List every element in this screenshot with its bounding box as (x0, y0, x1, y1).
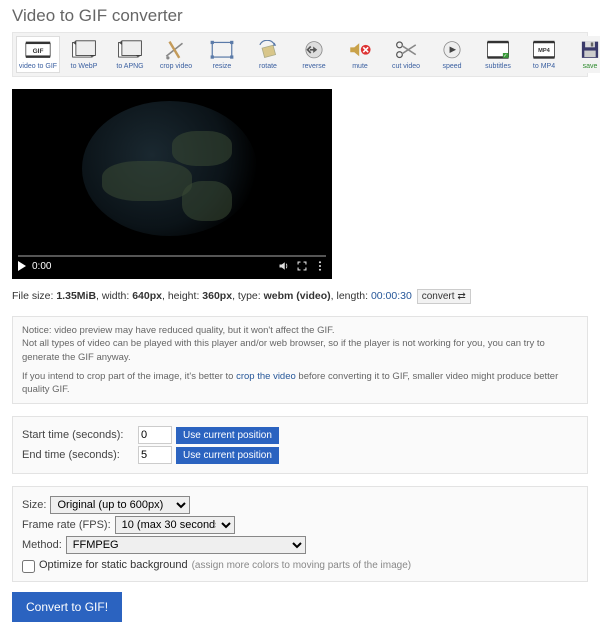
tool-crop-video[interactable]: crop video (154, 36, 198, 73)
svg-text:✓: ✓ (503, 53, 507, 59)
start-time-input[interactable] (138, 426, 172, 444)
options-panel: Size: Original (up to 600px) Frame rate … (12, 486, 588, 581)
speed-icon (439, 39, 465, 61)
svg-text:MP4: MP4 (538, 48, 551, 54)
optimize-checkbox[interactable] (22, 560, 35, 573)
method-label: Method: (22, 538, 62, 553)
page-title: Video to GIF converter (12, 6, 588, 26)
convert-inline-button[interactable]: convert ⇄ (417, 289, 471, 304)
tool-cut-video[interactable]: cut video (384, 36, 428, 73)
tool-label: cut video (392, 63, 420, 70)
rotate-icon (255, 39, 281, 61)
volume-icon[interactable] (278, 260, 290, 272)
reverse-icon (301, 39, 327, 61)
tool-to-webp[interactable]: to WebP (62, 36, 106, 73)
play-icon[interactable] (18, 261, 26, 271)
tool-label: to MP4 (533, 63, 555, 70)
tool-resize[interactable]: resize (200, 36, 244, 73)
video-time: 0:00 (32, 261, 51, 272)
tool-to-mp4[interactable]: MP4 to MP4 (522, 36, 566, 73)
more-icon[interactable] (314, 260, 326, 272)
crop-video-icon (163, 39, 189, 61)
crop-video-link[interactable]: crop the video (236, 371, 296, 382)
tool-reverse[interactable]: reverse (292, 36, 336, 73)
optimize-label: Optimize for static background (39, 558, 188, 573)
tool-to-apng[interactable]: to APNG (108, 36, 152, 73)
tool-label: resize (213, 63, 232, 70)
cut-video-icon (393, 39, 419, 61)
convert-button[interactable]: Convert to GIF! (12, 592, 122, 622)
toolbar: GIF video to GIF to WebP to APNG crop video r… (12, 32, 588, 77)
tool-label: mute (352, 63, 368, 70)
use-current-end-button[interactable]: Use current position (176, 447, 279, 464)
tool-label: speed (442, 63, 461, 70)
optimize-hint: (assign more colors to moving parts of t… (192, 559, 412, 573)
tool-video-to-gif[interactable]: GIF video to GIF (16, 36, 60, 73)
to-webp-icon (71, 39, 97, 61)
video-frame-content (82, 101, 257, 236)
resize-icon (209, 39, 235, 61)
video-to-gif-icon: GIF (25, 39, 51, 61)
subtitles-icon: ✓ (485, 39, 511, 61)
tool-rotate[interactable]: rotate (246, 36, 290, 73)
svg-text:GIF: GIF (33, 48, 44, 55)
method-select[interactable]: FFMPEG (66, 536, 306, 554)
notice-text-2: If you intend to crop part of the image,… (22, 370, 578, 397)
notice-panel: Notice: video preview may have reduced q… (12, 316, 588, 404)
tool-speed[interactable]: speed (430, 36, 474, 73)
size-label: Size: (22, 498, 46, 513)
fullscreen-icon[interactable] (296, 260, 308, 272)
notice-text-1: Notice: video preview may have reduced q… (22, 324, 578, 364)
use-current-start-button[interactable]: Use current position (176, 427, 279, 444)
tool-label: save (583, 63, 598, 70)
tool-label: subtitles (485, 63, 511, 70)
tool-subtitles[interactable]: ✓ subtitles (476, 36, 520, 73)
end-time-input[interactable] (138, 446, 172, 464)
tool-mute[interactable]: mute (338, 36, 382, 73)
to-mp4-icon: MP4 (531, 39, 557, 61)
length-link[interactable]: 00:00:30 (371, 290, 412, 302)
tool-label: reverse (302, 63, 325, 70)
size-select[interactable]: Original (up to 600px) (50, 496, 190, 514)
save-icon (577, 39, 600, 61)
mute-icon (347, 39, 373, 61)
end-time-label: End time (seconds): (22, 448, 134, 463)
start-time-label: Start time (seconds): (22, 428, 134, 443)
tool-save[interactable]: save (568, 36, 600, 73)
time-panel: Start time (seconds): Use current positi… (12, 416, 588, 474)
tool-label: video to GIF (19, 63, 57, 70)
convert-arrow-icon: ⇄ (457, 291, 465, 302)
tool-label: rotate (259, 63, 277, 70)
file-info: File size: 1.35MiB, width: 640px, height… (12, 289, 588, 304)
fps-label: Frame rate (FPS): (22, 518, 111, 533)
to-apng-icon (117, 39, 143, 61)
tool-label: crop video (160, 63, 192, 70)
fps-select[interactable]: 10 (max 30 seconds) (115, 516, 235, 534)
video-controls: 0:00 (12, 253, 332, 279)
tool-label: to APNG (116, 63, 143, 70)
video-player[interactable]: 0:00 (12, 89, 332, 279)
tool-label: to WebP (71, 63, 98, 70)
